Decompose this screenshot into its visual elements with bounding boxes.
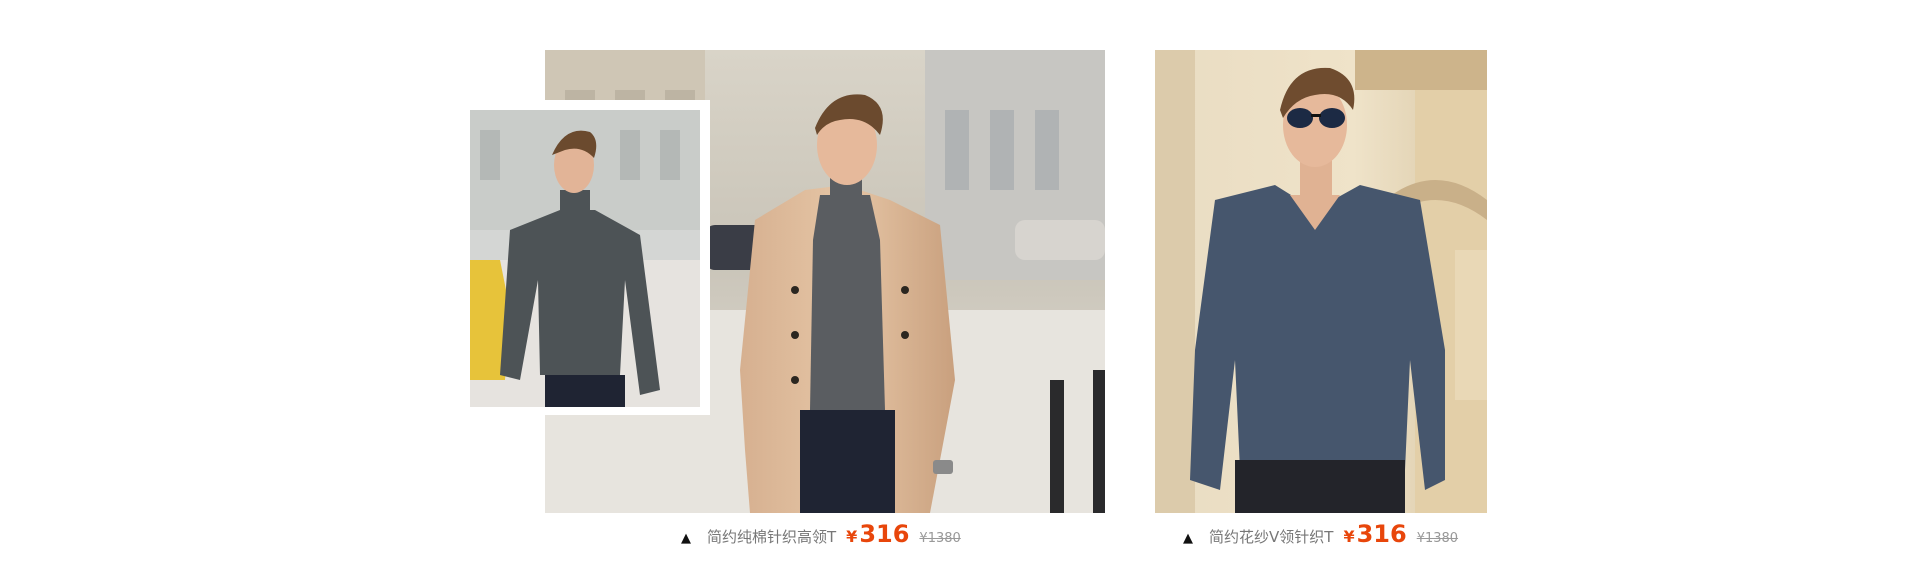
price-value: 316: [859, 520, 910, 548]
product-price: ¥316: [846, 520, 909, 548]
product-photo-main[interactable]: [1155, 50, 1487, 513]
triangle-up-icon: ▲: [681, 531, 691, 546]
currency-symbol: ¥: [846, 527, 858, 546]
product-name[interactable]: 简约花纱V领针织T: [1209, 526, 1333, 547]
price-value: 316: [1356, 520, 1407, 548]
product-price: ¥316: [1343, 520, 1406, 548]
product-caption: ▲ 简约纯棉针织高领T ¥316 ¥1380: [681, 520, 961, 550]
original-price: ¥1380: [919, 531, 961, 546]
product-name[interactable]: 简约纯棉针织高领T: [707, 526, 836, 547]
product-caption: ▲ 简约花纱V领针织T ¥316 ¥1380: [1183, 520, 1458, 550]
currency-symbol: ¥: [1343, 527, 1355, 546]
original-price: ¥1380: [1416, 531, 1459, 546]
triangle-up-icon: ▲: [1183, 531, 1193, 546]
product-photo-inset[interactable]: [470, 110, 700, 407]
